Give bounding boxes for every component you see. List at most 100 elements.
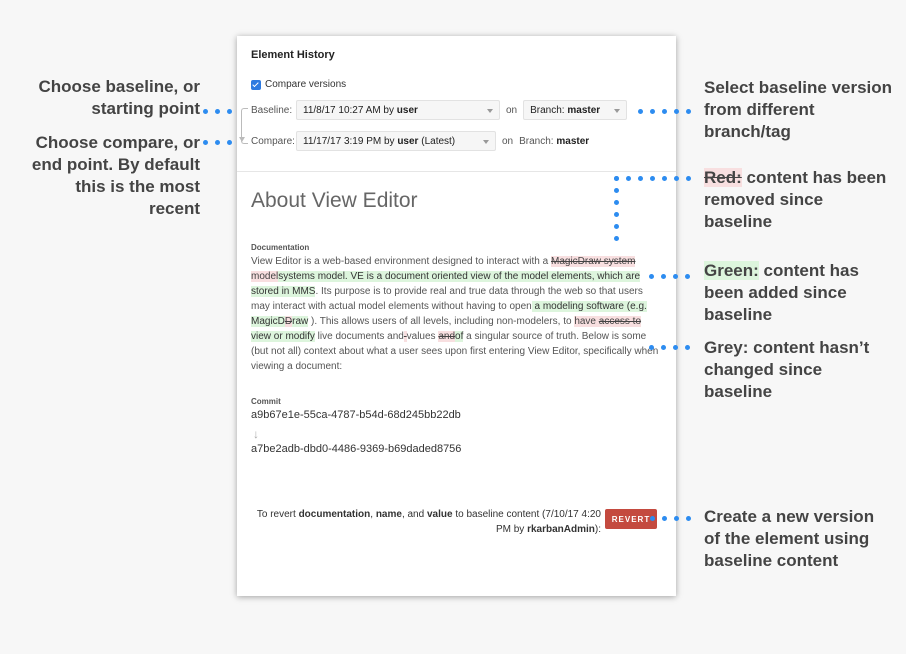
connector-dot [638, 109, 643, 114]
baseline-version-select[interactable]: 11/8/17 10:27 AM by user [296, 100, 500, 120]
connector-dot [662, 516, 667, 521]
revert-text: , and [401, 509, 427, 520]
connector-dot [650, 516, 655, 521]
compare-on-label: on [502, 135, 514, 147]
panel-title: Element History [251, 49, 335, 61]
connector-dot [650, 109, 655, 114]
annotation-grey: Grey: content hasn’t changed since basel… [704, 337, 894, 403]
doc-unchanged: values [406, 331, 439, 342]
baseline-on-label: on [506, 104, 518, 116]
doc-added: raw [292, 316, 309, 327]
baseline-branch-name: master [567, 104, 601, 116]
connector-dot [662, 176, 667, 181]
doc-unchanged: live documents and [314, 331, 404, 342]
chevron-down-icon [483, 140, 489, 144]
connector-dot [662, 109, 667, 114]
connector-dot [215, 140, 220, 145]
connector-dot [674, 109, 679, 114]
connector-dot [638, 176, 643, 181]
connector-dot [661, 274, 666, 279]
annotation-select-baseline: Select baseline version from different b… [704, 78, 893, 141]
connector-dot [686, 176, 691, 181]
annotation-compare: Choose compare, or end point. By default… [31, 133, 200, 218]
connector-dot [614, 224, 619, 229]
compare-version-date: 11/17/17 3:19 PM by [303, 135, 395, 147]
revert-description: To revert documentation, name, and value… [251, 507, 601, 537]
compare-label: Compare: [251, 135, 295, 147]
revert-user: rkarbanAdmin [527, 524, 595, 535]
divider [237, 171, 676, 172]
baseline-branch-select[interactable]: Branch: master [523, 100, 628, 120]
connector-dot [614, 236, 619, 241]
compare-branch-name: master [556, 135, 590, 147]
annotation-grey-word: Grey: [704, 338, 749, 357]
connector-dot [673, 274, 678, 279]
compare-versions-checkbox[interactable] [251, 79, 261, 90]
connector-dot [686, 109, 691, 114]
revert-field: documentation [298, 509, 371, 520]
annotation-baseline: Choose baseline, or starting point [38, 77, 200, 118]
connector-dot [614, 200, 619, 205]
connector-dot [649, 345, 654, 350]
doc-removed: model [251, 271, 279, 282]
commit-label: Commit [251, 397, 281, 406]
document-title: About View Editor [251, 189, 418, 212]
compare-version-suffix: (Latest) [421, 135, 456, 147]
chevron-down-icon [614, 109, 621, 113]
revert-text: To revert [256, 509, 299, 520]
doc-removed: and [438, 331, 456, 342]
annotation-green-word: Green: [704, 261, 759, 280]
doc-unchanged: View Editor is a web-based environment d… [251, 256, 551, 267]
chevron-down-icon [487, 109, 493, 113]
doc-removed: MagicDraw system [550, 256, 636, 267]
commit-to: a7be2adb-dbd0-4486-9369-b69daded8756 [251, 443, 462, 455]
connector-dot [203, 109, 208, 114]
doc-removed: have [574, 316, 599, 327]
compare-versions-row: Compare versions [251, 79, 346, 90]
doc-unchanged: ). This allows users of all levels, incl… [308, 316, 575, 327]
connector-dot [685, 345, 690, 350]
connector-dot [673, 345, 678, 350]
connector-dot [661, 345, 666, 350]
connector-dot [227, 140, 232, 145]
baseline-row: Baseline: 11/8/17 10:27 AM by user on Br… [251, 99, 628, 121]
annotation-red-word: Red: [704, 168, 742, 187]
connector-dot [686, 516, 691, 521]
baseline-version-user: user [396, 104, 418, 116]
revert-field: value [426, 509, 453, 520]
documentation-text: View Editor is a web-based environment d… [251, 254, 661, 374]
baseline-version-date: 11/8/17 10:27 AM by [303, 104, 394, 116]
doc-removed: access to [598, 316, 642, 327]
compare-row: Compare: 11/17/17 3:19 PM by user (Lates… [251, 130, 589, 152]
connector-dot [649, 274, 654, 279]
annotation-revert: Create a new version of the element usin… [704, 507, 875, 570]
compare-version-user: user [397, 135, 419, 147]
connector-dot [215, 109, 220, 114]
connector-dot [203, 140, 208, 145]
baseline-label: Baseline: [251, 104, 293, 116]
revert-text: ): [594, 524, 601, 535]
connector-dot [650, 176, 655, 181]
compare-versions-label: Compare versions [265, 79, 347, 90]
commit-from: a9b67e1e-55ca-4787-b54d-68d245bb22db [251, 409, 461, 421]
connector-dot [674, 176, 679, 181]
connector-dot [626, 176, 631, 181]
annotation-red: Red: content has been removed since base… [704, 167, 894, 233]
compare-branch-prefix: Branch: [519, 135, 554, 147]
connector-dot [614, 212, 619, 217]
documentation-label: Documentation [251, 243, 310, 252]
connector-dot [674, 516, 679, 521]
element-history-panel: Element History Compare versions Baselin… [237, 36, 676, 596]
arrow-down-icon: ↓ [253, 427, 259, 441]
bracket-arrow-icon [239, 137, 245, 142]
connector-dot [614, 176, 619, 181]
doc-added: view or modify [251, 331, 315, 342]
revert-field: name [375, 509, 402, 520]
connector-dot [614, 188, 619, 193]
baseline-branch-prefix: Branch: [530, 104, 565, 116]
annotation-green: Green: content has been added since base… [704, 260, 894, 326]
compare-branch: Branch: master [519, 136, 589, 147]
compare-version-select[interactable]: 11/17/17 3:19 PM by user (Latest) [296, 131, 496, 151]
connector-dot [227, 109, 232, 114]
connector-dot [685, 274, 690, 279]
